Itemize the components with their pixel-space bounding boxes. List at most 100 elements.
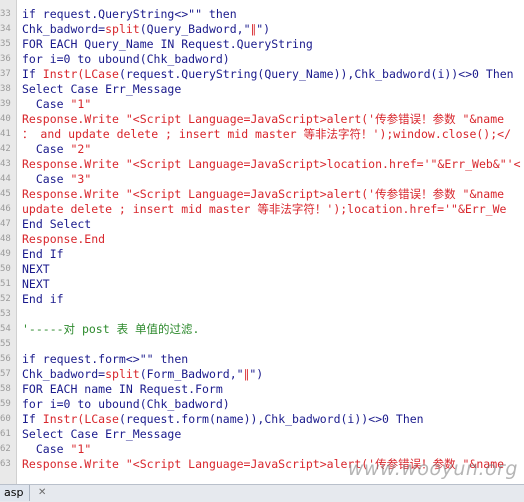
code-token: split	[105, 367, 140, 381]
line-number: 48	[0, 234, 11, 244]
line-number: 55	[0, 339, 11, 349]
line-number: 53	[0, 309, 11, 319]
line-number: 46	[0, 204, 11, 214]
file-tab-asp[interactable]: asp	[0, 485, 31, 501]
code-line[interactable]: 62 Case "1"	[0, 442, 524, 457]
code-token: "1"	[70, 97, 92, 111]
code-area[interactable]: 33 if request.QueryString<>"" then 34 Chk_b…	[0, 7, 524, 472]
code-token: End Select	[22, 217, 92, 231]
code-token: (request.form(name)),Chk_badword(i))<>0 …	[118, 412, 424, 426]
code-line[interactable]: 46 update delete ; insert mid master 等非法字…	[0, 202, 524, 217]
code-token: Instr(LCase	[42, 67, 119, 81]
code-line[interactable]: 50 NEXT	[0, 262, 524, 277]
code-token: "3"	[70, 172, 92, 186]
code-line[interactable]: 44 Case "3"	[0, 172, 524, 187]
line-number: 34	[0, 24, 11, 34]
code-token: FOR EACH Query_Name IN Request.QueryStri…	[22, 37, 313, 51]
code-token: if request.form<>"" then	[22, 352, 189, 366]
code-token: If	[22, 67, 43, 81]
line-number: 52	[0, 294, 11, 304]
code-line[interactable]: 52 End if	[0, 292, 524, 307]
line-number: 63	[0, 459, 11, 469]
code-token: Select Case Err_Message	[22, 427, 182, 441]
code-line[interactable]: 34 Chk_badword=split(Query_Badword,"∥")	[0, 22, 524, 37]
code-token: if request.QueryString<>"" then	[22, 7, 237, 21]
code-line[interactable]: 53	[0, 307, 524, 322]
code-line[interactable]: 43 Response.Write "<Script Language=JavaS…	[0, 157, 524, 172]
code-token: Case	[22, 442, 71, 456]
code-token: ： and update delete ; insert mid master …	[22, 127, 511, 141]
code-token: Instr(LCase	[42, 412, 119, 426]
code-line[interactable]: 40 Response.Write "<Script Language=JavaS…	[0, 112, 524, 127]
code-token: NEXT	[22, 262, 50, 276]
code-token: Case	[22, 172, 71, 186]
line-number: 58	[0, 384, 11, 394]
code-line[interactable]: 38 Select Case Err_Message	[0, 82, 524, 97]
line-number: 36	[0, 54, 11, 64]
line-number: 42	[0, 144, 11, 154]
line-number: 49	[0, 249, 11, 259]
code-token: (Query_Badword,"	[139, 22, 251, 36]
code-line[interactable]: 59 for i=0 to ubound(Chk_badword)	[0, 397, 524, 412]
code-line[interactable]: 39 Case "1"	[0, 97, 524, 112]
close-icon[interactable]: ✕	[38, 485, 46, 501]
code-token: "<Script Language=JavaScript>location.hr…	[125, 157, 521, 171]
line-number: 59	[0, 399, 11, 409]
code-token: Response.Write	[22, 157, 126, 171]
code-line[interactable]: 57 Chk_badword=split(Form_Badword,"∥")	[0, 367, 524, 382]
line-number: 43	[0, 159, 11, 169]
code-line[interactable]: 48 Response.End	[0, 232, 524, 247]
code-token: split	[105, 22, 140, 36]
code-line[interactable]: 51 NEXT	[0, 277, 524, 292]
code-token: "<Script Language=JavaScript>alert('传参错误…	[125, 187, 505, 201]
line-number: 57	[0, 369, 11, 379]
code-token: (request.QueryString(Query_Name)),Chk_ba…	[118, 67, 514, 81]
code-token: End if	[22, 292, 64, 306]
code-token: for i=0 to ubound(Chk_badword)	[22, 52, 230, 66]
code-token: Response.Write	[22, 187, 126, 201]
code-line[interactable]: 54 '-----对 post 表 单值的过滤.	[0, 322, 524, 337]
code-token: Case	[22, 142, 71, 156]
code-line[interactable]: 49 End If	[0, 247, 524, 262]
code-line[interactable]: 61 Select Case Err_Message	[0, 427, 524, 442]
code-line[interactable]: 33 if request.QueryString<>"" then	[0, 7, 524, 22]
code-token: Response.Write	[22, 112, 126, 126]
line-number: 38	[0, 84, 11, 94]
code-token: End If	[22, 247, 64, 261]
line-number: 41	[0, 129, 11, 139]
line-number: 60	[0, 414, 11, 424]
line-number: 50	[0, 264, 11, 274]
line-number: 61	[0, 429, 11, 439]
code-token: Chk_badword=	[22, 367, 106, 381]
code-token: "1"	[70, 442, 92, 456]
line-number: 45	[0, 189, 11, 199]
code-token: for i=0 to ubound(Chk_badword)	[22, 397, 230, 411]
code-token: "2"	[70, 142, 92, 156]
line-number: 47	[0, 219, 11, 229]
line-number: 40	[0, 114, 11, 124]
line-number: 54	[0, 324, 11, 334]
code-line[interactable]: 41 ： and update delete ; insert mid maste…	[0, 127, 524, 142]
status-bar: asp ✕	[0, 484, 524, 502]
code-line[interactable]: 35 FOR EACH Query_Name IN Request.QuerySt…	[0, 37, 524, 52]
code-token: ")	[256, 22, 271, 36]
code-line[interactable]: 58 FOR EACH name IN Request.Form	[0, 382, 524, 397]
code-token: Response.Write	[22, 457, 126, 471]
code-line[interactable]: 45 Response.Write "<Script Language=JavaS…	[0, 187, 524, 202]
line-number: 33	[0, 9, 11, 19]
code-editor[interactable]: 33 if request.QueryString<>"" then 34 Chk_b…	[0, 0, 524, 484]
code-line[interactable]: 60 If Instr(LCase(request.form(name)),Chk…	[0, 412, 524, 427]
code-token: FOR EACH name IN Request.Form	[22, 382, 223, 396]
code-token: ")	[249, 367, 264, 381]
code-line[interactable]: 36 for i=0 to ubound(Chk_badword)	[0, 52, 524, 67]
line-number: 62	[0, 444, 11, 454]
line-number: 39	[0, 99, 11, 109]
watermark: www.wooyun.org	[347, 458, 518, 480]
line-number: 56	[0, 354, 11, 364]
code-line[interactable]: 47 End Select	[0, 217, 524, 232]
code-line[interactable]: 55	[0, 337, 524, 352]
code-line[interactable]: 42 Case "2"	[0, 142, 524, 157]
code-line[interactable]: 56 if request.form<>"" then	[0, 352, 524, 367]
code-line[interactable]: 37 If Instr(LCase(request.QueryString(Que…	[0, 67, 524, 82]
line-number: 37	[0, 69, 11, 79]
